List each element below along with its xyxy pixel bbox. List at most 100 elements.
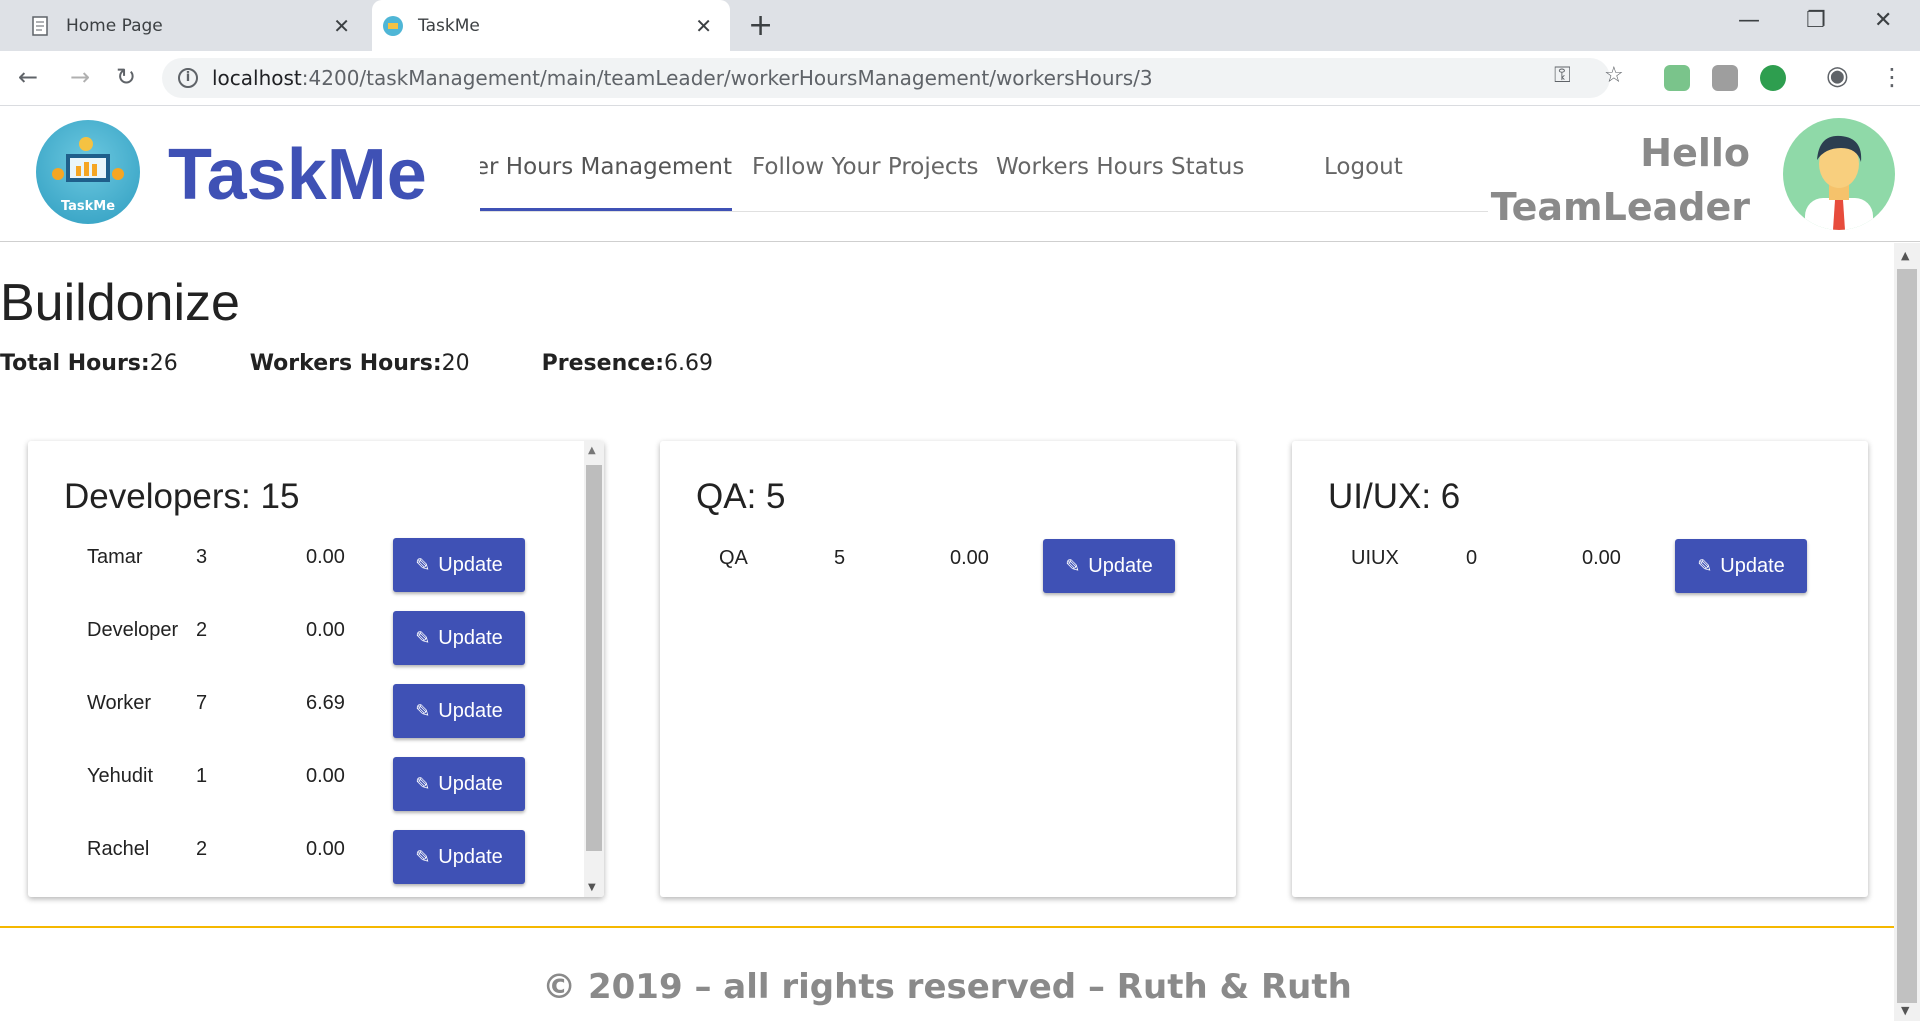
scroll-down-icon[interactable]: ▼ <box>588 882 596 893</box>
worker-presence: 0.00 <box>950 547 989 569</box>
avatar[interactable] <box>1783 118 1895 230</box>
main-content: Buildonize Total Hours:26 Workers Hours:… <box>0 243 1894 1021</box>
close-tab-icon[interactable]: ✕ <box>333 14 350 38</box>
active-tab-indicator <box>480 208 732 211</box>
extension-icon[interactable] <box>1664 65 1690 91</box>
worker-presence: 0.00 <box>306 765 345 787</box>
greeting: Hello TeamLeader <box>1491 126 1750 234</box>
logo-text: TaskMe <box>60 199 116 214</box>
tab-logout[interactable]: Logout <box>1324 154 1403 180</box>
scrollbar-thumb[interactable] <box>1897 269 1917 1003</box>
worker-name: UIUX <box>1351 547 1399 569</box>
extension-icon[interactable] <box>1760 65 1786 91</box>
worker-presence: 6.69 <box>306 692 345 714</box>
worker-hours: 3 <box>196 546 208 568</box>
list-item: Worker 7 6.69 ✎ Update <box>28 684 568 740</box>
page-scrollbar[interactable]: ▲ ▼ <box>1894 243 1920 1021</box>
tab-follow-your-projects[interactable]: Follow Your Projects <box>752 154 979 180</box>
update-button[interactable]: ✎ Update <box>393 538 525 592</box>
tab-label: Home Page <box>66 15 163 36</box>
site-info-icon[interactable]: i <box>178 68 198 88</box>
list-item: UIUX 0 0.00 ✎ Update <box>1292 539 1832 595</box>
team-card-uiux: UI/UX: 6 UIUX 0 0.00 ✎ Update <box>1292 441 1868 897</box>
tab-label: TaskMe <box>418 15 480 36</box>
worker-presence: 0.00 <box>1582 547 1621 569</box>
team-card-developers: Developers: 15 Tamar 3 0.00 ✎ Update Deve… <box>28 441 604 897</box>
footer-copyright: © 2019 – all rights reserved – Ruth & Ru… <box>542 967 1352 1007</box>
browser-toolbar: ← → ↻ i localhost:4200/taskManagement/ma… <box>0 51 1920 106</box>
main-nav: Worker Hours Management Follow Your Proj… <box>480 136 1488 212</box>
worker-hours: 0 <box>1466 547 1478 569</box>
list-item: QA 5 0.00 ✎ Update <box>660 539 1200 595</box>
footer-divider <box>0 926 1894 928</box>
worker-presence: 0.00 <box>306 838 345 860</box>
scroll-down-icon[interactable]: ▼ <box>1901 1004 1909 1017</box>
edit-icon: ✎ <box>415 627 431 648</box>
profile-icon[interactable]: ◉ <box>1826 61 1849 91</box>
project-stats: Total Hours:26 Workers Hours:20 Presence… <box>0 351 785 376</box>
scrollbar-thumb[interactable] <box>586 465 602 851</box>
update-button[interactable]: ✎ Update <box>1043 539 1175 593</box>
app-header: TaskMe TaskMe Worker Hours Management Fo… <box>0 106 1920 242</box>
worker-name: Tamar <box>87 546 143 568</box>
update-button[interactable]: ✎ Update <box>393 830 525 884</box>
greeting-role: TeamLeader <box>1490 185 1750 229</box>
worker-hours: 1 <box>196 765 208 787</box>
menu-kebab-icon[interactable]: ⋮ <box>1880 63 1904 91</box>
total-hours: Total Hours:26 <box>0 351 178 376</box>
minimize-icon[interactable]: — <box>1738 8 1760 33</box>
brand-title: TaskMe <box>168 135 427 215</box>
tab-workers-hours-status[interactable]: Workers Hours Status <box>996 154 1244 180</box>
list-item: Tamar 3 0.00 ✎ Update <box>28 538 568 594</box>
project-name: Buildonize <box>0 274 240 332</box>
tab-worker-hours-management[interactable]: Worker Hours Management <box>480 154 732 180</box>
workers-hours: Workers Hours:20 <box>249 351 470 376</box>
update-button[interactable]: ✎ Update <box>1675 539 1807 593</box>
card-title: QA: 5 <box>696 477 786 516</box>
list-item: Yehudit 1 0.00 ✎ Update <box>28 757 568 813</box>
taskme-logo: TaskMe <box>36 120 140 224</box>
url-path: :4200/taskManagement/main/teamLeader/wor… <box>301 66 1153 90</box>
worker-name: Worker <box>87 692 152 714</box>
worker-hours: 7 <box>196 692 208 714</box>
greeting-hello: Hello <box>1640 131 1750 175</box>
card-title: Developers: 15 <box>64 477 300 516</box>
worker-name: Developer <box>87 619 179 641</box>
new-tab-icon[interactable]: + <box>748 8 773 43</box>
worker-hours: 5 <box>834 547 846 569</box>
forward-icon[interactable]: → <box>70 63 90 91</box>
key-icon[interactable]: ⚿ <box>1554 63 1571 88</box>
worker-name: QA <box>719 547 748 569</box>
worker-hours: 2 <box>196 619 208 641</box>
address-bar[interactable]: i localhost:4200/taskManagement/main/tea… <box>162 58 1610 98</box>
close-tab-icon[interactable]: ✕ <box>695 14 712 38</box>
edit-icon: ✎ <box>1065 555 1081 576</box>
scroll-up-icon[interactable]: ▲ <box>588 445 596 456</box>
edit-icon: ✎ <box>1697 555 1713 576</box>
update-button[interactable]: ✎ Update <box>393 611 525 665</box>
close-window-icon[interactable]: ✕ <box>1874 8 1892 33</box>
scroll-up-icon[interactable]: ▲ <box>1901 249 1909 262</box>
edit-icon: ✎ <box>415 773 431 794</box>
extension-icon[interactable] <box>1712 65 1738 91</box>
browser-tab-taskme[interactable]: TaskMe ✕ <box>372 0 730 51</box>
browser-tab-bar: Home Page ✕ TaskMe ✕ + — ❐ ✕ <box>0 0 1920 51</box>
update-button[interactable]: ✎ Update <box>393 757 525 811</box>
edit-icon: ✎ <box>415 700 431 721</box>
back-icon[interactable]: ← <box>18 63 38 91</box>
list-item: Developer 2 0.00 ✎ Update <box>28 611 568 667</box>
taskme-favicon-icon <box>382 15 404 37</box>
bookmark-star-icon[interactable]: ☆ <box>1604 63 1624 88</box>
list-item: Rachel 2 0.00 ✎ Update <box>28 830 568 886</box>
update-button[interactable]: ✎ Update <box>393 684 525 738</box>
card-title: UI/UX: 6 <box>1328 477 1461 516</box>
browser-tab-home-page[interactable]: Home Page ✕ <box>20 0 368 51</box>
restore-icon[interactable]: ❐ <box>1806 8 1826 33</box>
worker-name: Rachel <box>87 838 150 860</box>
worker-name: Yehudit <box>87 765 153 787</box>
worker-presence: 0.00 <box>306 619 345 641</box>
reload-icon[interactable]: ↻ <box>116 63 136 91</box>
team-card-qa: QA: 5 QA 5 0.00 ✎ Update <box>660 441 1236 897</box>
card-scrollbar[interactable]: ▲ ▼ <box>584 441 604 897</box>
document-icon <box>30 15 52 37</box>
